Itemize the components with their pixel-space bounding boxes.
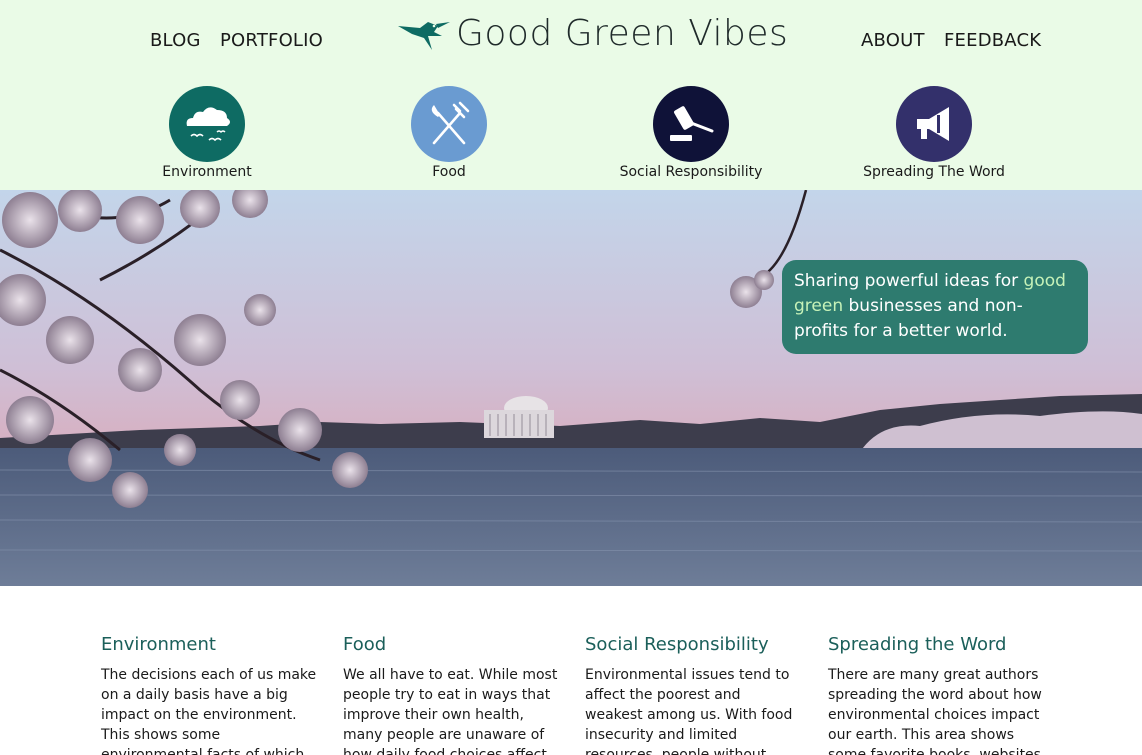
category-label: Environment	[162, 164, 252, 180]
hero-banner	[0, 190, 1142, 586]
section-social-responsibility: Social Responsibility Environmental issu…	[585, 634, 801, 755]
category-social-responsibility[interactable]: Social Responsibility	[591, 86, 791, 180]
nav-blog[interactable]: BLOG	[150, 30, 201, 51]
megaphone-icon	[896, 86, 972, 162]
site-header: BLOG PORTFOLIO Good Green Vibes ABOUT FE…	[0, 0, 1142, 190]
section-title[interactable]: Social Responsibility	[585, 634, 801, 655]
hero-tagline: Sharing powerful ideas for good green bu…	[782, 260, 1088, 354]
section-text: We all have to eat. While most people tr…	[343, 667, 558, 755]
nav-portfolio[interactable]: PORTFOLIO	[220, 30, 323, 51]
logo-text: Good Green Vibes	[456, 13, 789, 54]
hero-photo	[0, 190, 1142, 586]
hummingbird-icon	[398, 22, 450, 50]
category-label: Spreading The Word	[863, 164, 1005, 180]
category-label: Food	[432, 164, 466, 180]
tagline-text: Sharing powerful ideas for	[794, 271, 1024, 291]
category-spreading-the-word[interactable]: Spreading The Word	[834, 86, 1034, 180]
section-environment: Environment The decisions each of us mak…	[101, 634, 317, 755]
section-title[interactable]: Spreading the Word	[828, 634, 1044, 655]
section-text: The decisions each of us make on a daily…	[101, 667, 317, 755]
cloud-birds-icon	[169, 86, 245, 162]
site-logo[interactable]: Good Green Vibes	[398, 12, 788, 56]
section-title[interactable]: Food	[343, 634, 559, 655]
section-text: Environmental issues tend to affect the …	[585, 667, 793, 755]
fork-knife-icon	[411, 86, 487, 162]
category-food[interactable]: Food	[349, 86, 549, 180]
category-label: Social Responsibility	[619, 164, 763, 180]
gavel-icon	[653, 86, 729, 162]
section-text: There are many great authors spreading t…	[828, 667, 1042, 755]
nav-feedback[interactable]: FEEDBACK	[944, 30, 1041, 51]
section-spreading-the-word: Spreading the Word There are many great …	[828, 634, 1044, 755]
nav-about[interactable]: ABOUT	[861, 30, 925, 51]
section-food: Food We all have to eat. While most peop…	[343, 634, 559, 755]
section-title[interactable]: Environment	[101, 634, 317, 655]
category-environment[interactable]: Environment	[107, 86, 307, 180]
